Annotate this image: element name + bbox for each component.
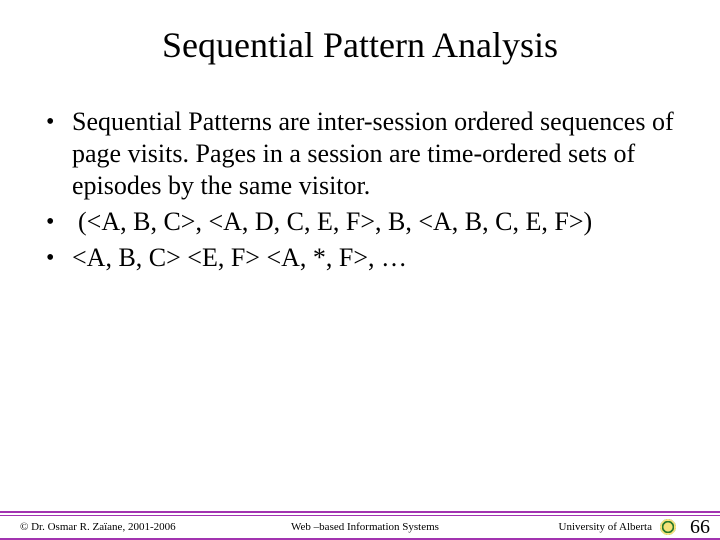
divider — [0, 511, 720, 513]
footer: © Dr. Osmar R. Zaïane, 2001-2006 Web –ba… — [0, 511, 720, 540]
slide-body: • Sequential Patterns are inter-session … — [0, 66, 720, 274]
footer-center: Web –based Information Systems — [250, 521, 480, 533]
bullet-text: <A, B, C> <E, F> <A, *, F>, … — [72, 242, 407, 274]
footer-right: University of Alberta 66 — [480, 516, 710, 539]
page-number: 66 — [684, 516, 710, 539]
slide: Sequential Pattern Analysis • Sequential… — [0, 0, 720, 540]
slide-title: Sequential Pattern Analysis — [0, 0, 720, 66]
bullet-item: • <A, B, C> <E, F> <A, *, F>, … — [44, 242, 676, 274]
bullet-marker: • — [44, 206, 72, 238]
bullet-marker: • — [44, 242, 72, 274]
bullet-item: • Sequential Patterns are inter-session … — [44, 106, 676, 202]
bullet-text: (<A, B, C>, <A, D, C, E, F>, B, <A, B, C… — [72, 206, 592, 238]
footer-content: © Dr. Osmar R. Zaïane, 2001-2006 Web –ba… — [0, 516, 720, 538]
bullet-item: • (<A, B, C>, <A, D, C, E, F>, B, <A, B,… — [44, 206, 676, 238]
bullet-marker: • — [44, 106, 72, 138]
footer-affiliation: University of Alberta — [559, 521, 652, 533]
university-logo-icon — [660, 519, 676, 535]
footer-copyright: © Dr. Osmar R. Zaïane, 2001-2006 — [20, 521, 250, 533]
bullet-text: Sequential Patterns are inter-session or… — [72, 106, 676, 202]
